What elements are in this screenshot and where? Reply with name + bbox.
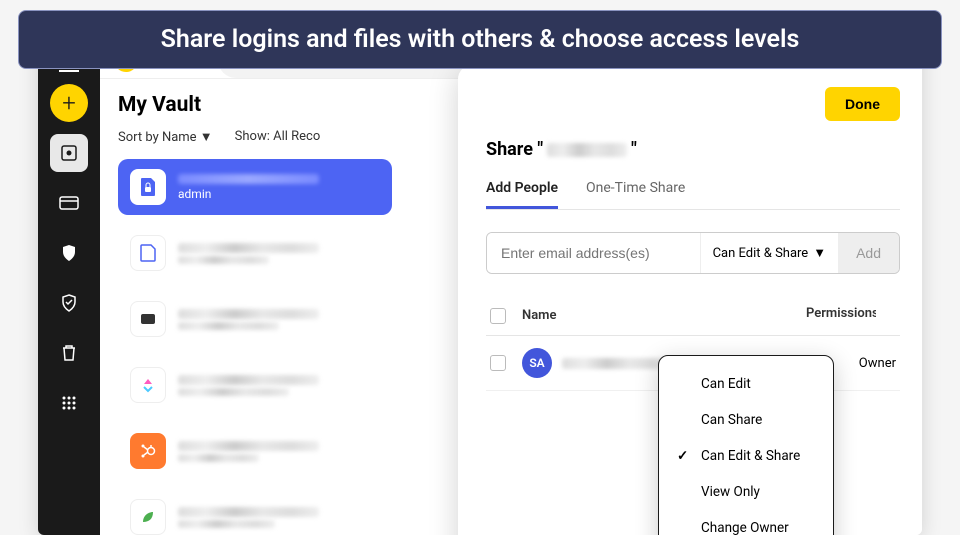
- record-item[interactable]: [118, 423, 392, 479]
- app-icon: [130, 301, 166, 337]
- record-title-redacted: [178, 507, 319, 517]
- app-window: + KEEPER: [38, 42, 922, 535]
- tab-one-time-share[interactable]: One-Time Share: [586, 180, 685, 209]
- show-dropdown[interactable]: Show: All Reco: [235, 129, 321, 145]
- share-table-header: Name Permissions: [486, 296, 900, 336]
- record-item[interactable]: admin: [118, 159, 392, 215]
- sort-dropdown[interactable]: Sort by Name ▼: [118, 129, 213, 145]
- share-tabs: Add People One-Time Share: [486, 180, 900, 210]
- dropdown-option-can-share[interactable]: Can Share: [659, 402, 833, 438]
- name-column-header: Name: [522, 308, 806, 323]
- vault-panel: My Vault Sort by Name ▼ Show: All Reco a…: [100, 79, 410, 535]
- card-icon: [59, 196, 79, 210]
- shield-icon: [61, 244, 77, 262]
- share-title: Share " ": [486, 139, 900, 160]
- nav-vault[interactable]: [50, 134, 88, 172]
- record-subtitle-redacted: [178, 454, 259, 462]
- record-title-redacted: [178, 174, 319, 184]
- record-title-redacted: [178, 375, 319, 385]
- nav-trash[interactable]: [50, 334, 88, 372]
- nav-security[interactable]: [50, 234, 88, 272]
- done-button[interactable]: Done: [825, 87, 900, 121]
- add-people-row: Can Edit & Share ▼ Add: [486, 232, 900, 274]
- nav-apps[interactable]: [50, 384, 88, 422]
- tab-add-people[interactable]: Add People: [486, 180, 558, 209]
- chevron-down-icon: ▼: [813, 245, 826, 261]
- row-checkbox[interactable]: [490, 355, 506, 371]
- file-lock-icon: [130, 169, 166, 205]
- grid-icon: [61, 395, 77, 411]
- share-record-name-redacted: [547, 143, 627, 157]
- vault-controls: Sort by Name ▼ Show: All Reco: [118, 129, 392, 145]
- permission-dropdown: Can Edit Can Share ✓Can Edit & Share Vie…: [658, 355, 834, 535]
- file-lock-icon: [130, 235, 166, 271]
- select-all-checkbox[interactable]: [490, 308, 506, 324]
- nav-shield-check[interactable]: [50, 284, 88, 322]
- content-area: My Vault Sort by Name ▼ Show: All Reco a…: [100, 79, 922, 535]
- add-button[interactable]: +: [50, 84, 88, 122]
- record-subtitle-redacted: [178, 388, 289, 396]
- record-item[interactable]: [118, 291, 392, 347]
- hubspot-icon: [130, 433, 166, 469]
- record-item[interactable]: [118, 225, 392, 281]
- check-icon: ✓: [677, 448, 691, 464]
- nav-payments[interactable]: [50, 184, 88, 222]
- record-subtitle-redacted: [178, 256, 269, 264]
- email-input[interactable]: [487, 233, 700, 273]
- permission-select[interactable]: Can Edit & Share ▼: [700, 233, 839, 273]
- clickup-icon: [130, 367, 166, 403]
- record-title-redacted: [178, 243, 319, 253]
- record-subtitle-redacted: [178, 520, 275, 528]
- leaf-icon: [130, 499, 166, 535]
- add-user-button[interactable]: Add: [838, 233, 899, 273]
- share-panel: Done Share " " Add People One-Time Share…: [458, 65, 922, 535]
- main-area: KEEPER SA My Vault Sort by Name ▼ Show: …: [100, 42, 922, 535]
- record-title-redacted: [178, 441, 319, 451]
- record-subtitle: admin: [178, 187, 380, 201]
- vault-icon: [60, 144, 78, 162]
- permissions-column-header: Permissions: [806, 306, 896, 325]
- record-list: admin: [118, 159, 392, 535]
- row-avatar: SA: [522, 348, 552, 378]
- record-item[interactable]: [118, 489, 392, 535]
- shield-check-icon: [61, 294, 77, 312]
- feature-banner: Share logins and files with others & cho…: [18, 10, 942, 69]
- trash-icon: [61, 344, 77, 362]
- vault-title: My Vault: [118, 93, 392, 117]
- dropdown-option-change-owner[interactable]: Change Owner: [659, 510, 833, 535]
- record-item[interactable]: [118, 357, 392, 413]
- dropdown-option-can-edit-share[interactable]: ✓Can Edit & Share: [659, 438, 833, 474]
- record-subtitle-redacted: [178, 322, 279, 330]
- record-title-redacted: [178, 309, 319, 319]
- dropdown-option-view-only[interactable]: View Only: [659, 474, 833, 510]
- dropdown-option-can-edit[interactable]: Can Edit: [659, 366, 833, 402]
- sidebar: +: [38, 42, 100, 535]
